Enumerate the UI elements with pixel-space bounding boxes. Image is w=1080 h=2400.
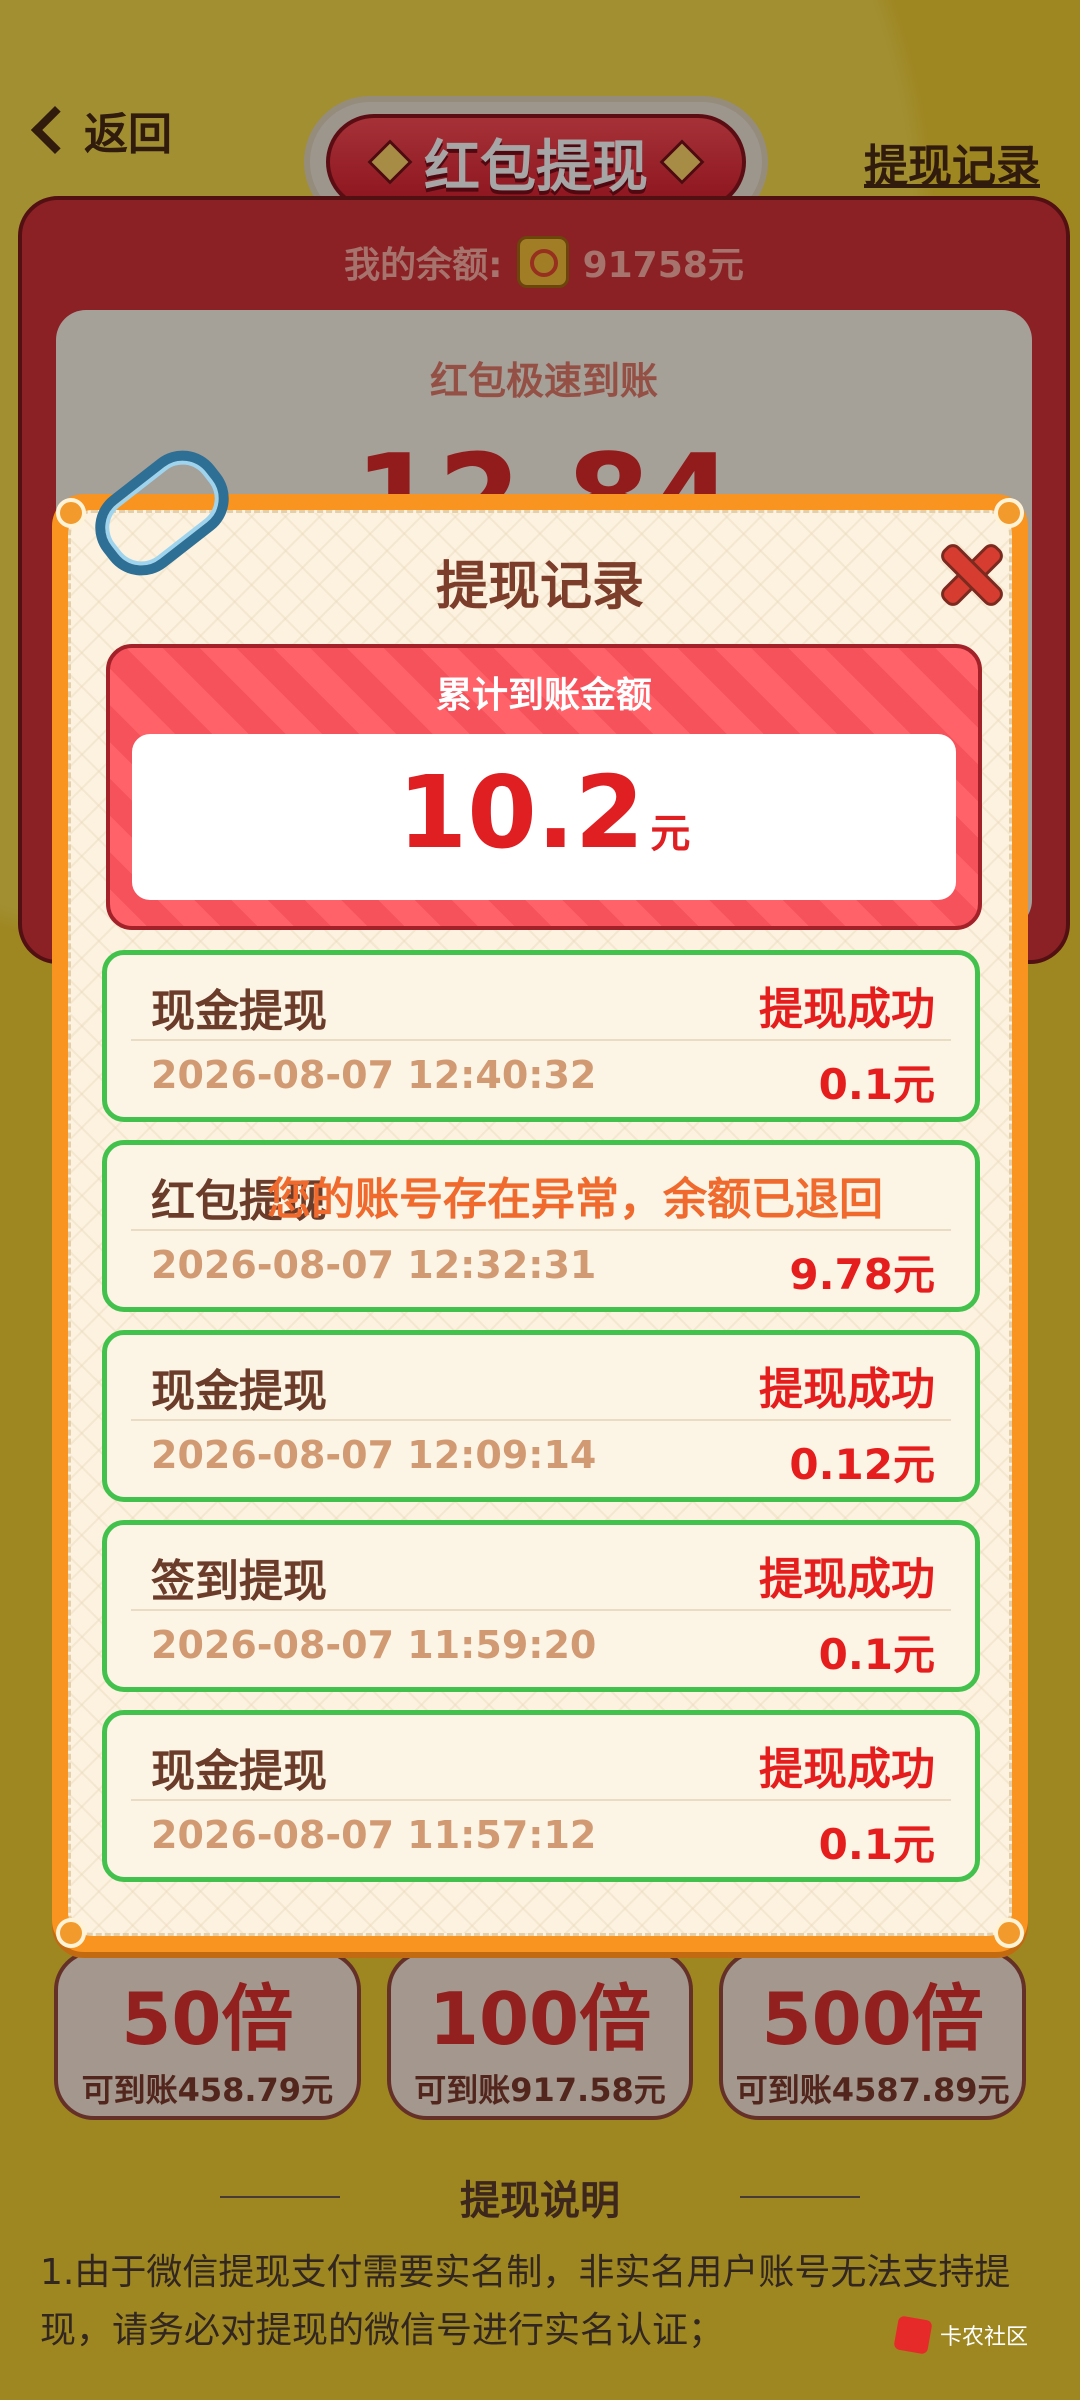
record-status: 提现成功 [759,984,935,1035]
watermark-text: 卡农社区 [939,2325,1028,2350]
corner-dot [56,1918,86,1948]
watermark: 卡农社区 [893,2315,1028,2355]
record-type: 现金提现 [151,1366,327,1417]
record-amount: 0.1元 [818,1820,935,1869]
record-amount: 0.1元 [818,1630,935,1679]
close-icon[interactable] [938,544,998,604]
total-label: 累计到账金额 [435,675,652,716]
watermark-logo-icon [893,2315,933,2355]
total-unit: 元 [650,811,691,857]
corner-dot [56,498,86,528]
record-status: 您的账号存在异常，余额已退回 [267,1174,883,1225]
record-amount: 9.78元 [789,1250,935,1299]
record-item: 现金提现 提现成功 2026-08-07 12:09:14 0.12元 [102,1330,980,1502]
total-amount-card: 累计到账金额 10.2 元 [106,644,982,930]
modal-title: 提现记录 [435,557,644,617]
withdraw-record-modal: 提现记录 累计到账金额 10.2 元 现金提现 提现成功 2026-08-07 1… [52,434,1028,1952]
record-type: 现金提现 [151,1746,327,1797]
record-time: 2026-08-07 12:09:14 [151,1433,597,1477]
corner-dot [994,1918,1024,1948]
record-item: 红包提现 您的账号存在异常，余额已退回 2026-08-07 12:32:31 … [102,1140,980,1312]
record-time: 2026-08-07 11:57:12 [151,1813,597,1857]
record-item: 现金提现 提现成功 2026-08-07 12:40:32 0.1元 [102,950,980,1122]
record-time: 2026-08-07 12:32:31 [151,1243,597,1287]
record-item: 签到提现 提现成功 2026-08-07 11:59:20 0.1元 [102,1520,980,1692]
record-time: 2026-08-07 12:40:32 [151,1053,597,1097]
record-status: 提现成功 [759,1364,935,1415]
record-status: 提现成功 [759,1744,935,1795]
record-type: 签到提现 [151,1556,327,1607]
record-time: 2026-08-07 11:59:20 [151,1623,597,1667]
corner-dot [994,498,1024,528]
record-type: 现金提现 [151,986,327,1037]
record-amount: 0.12元 [789,1440,935,1489]
record-item: 现金提现 提现成功 2026-08-07 11:57:12 0.1元 [102,1710,980,1882]
total-value: 10.2 [397,754,645,871]
record-status: 提现成功 [759,1554,935,1605]
record-amount: 0.1元 [818,1060,935,1109]
